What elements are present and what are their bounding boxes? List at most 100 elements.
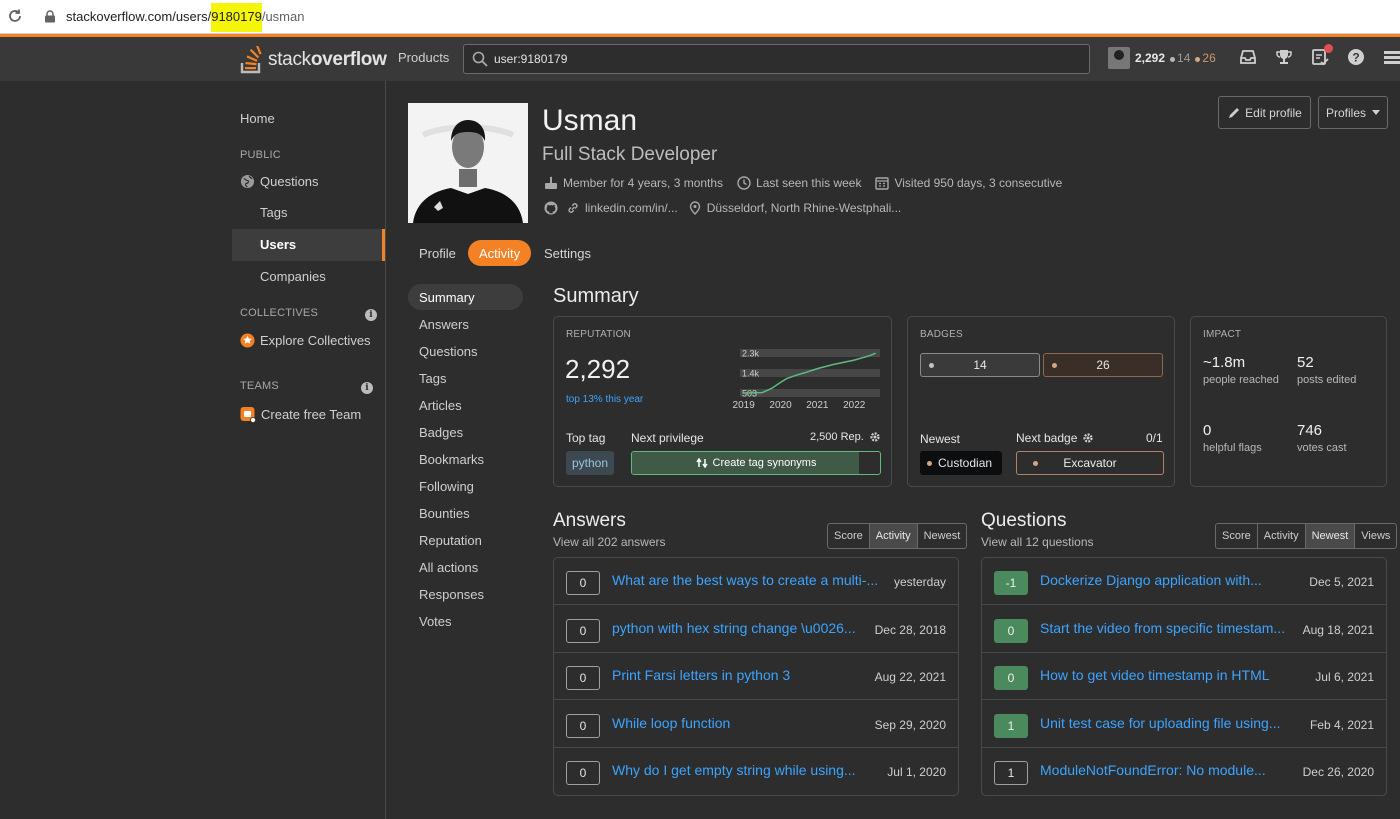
question-title-link[interactable]: Start the video from specific timestam..…: [1040, 620, 1285, 636]
sidebar-item-explore-collectives[interactable]: Explore Collectives: [240, 333, 371, 348]
list-item[interactable]: 0 Start the video from specific timestam…: [982, 606, 1386, 653]
answer-score: 0: [566, 619, 600, 643]
list-item[interactable]: 0 What are the best ways to create a mul…: [554, 558, 958, 605]
search-box[interactable]: [463, 44, 1090, 74]
sidebar-item-users[interactable]: Users: [232, 229, 385, 261]
bronze-badges[interactable]: 26: [1043, 353, 1163, 377]
answer-title-link[interactable]: What are the best ways to create a multi…: [612, 572, 878, 588]
profile-avatar[interactable]: [408, 103, 528, 223]
sort-newest[interactable]: Newest: [918, 524, 967, 548]
reputation-rank[interactable]: top 13% this year: [566, 394, 643, 405]
sort-activity[interactable]: Activity: [869, 524, 918, 548]
answer-title-link[interactable]: While loop function: [612, 715, 730, 731]
list-item[interactable]: 0 Why do I get empty string while using.…: [554, 748, 958, 795]
subnav-responses[interactable]: Responses: [419, 587, 484, 602]
subnav-answers[interactable]: Answers: [419, 317, 469, 332]
url-field[interactable]: stackoverflow.com/users/9180179/usman: [66, 3, 304, 32]
subnav-bookmarks[interactable]: Bookmarks: [419, 452, 484, 467]
subnav-questions[interactable]: Questions: [419, 344, 478, 359]
subnav-reputation[interactable]: Reputation: [419, 533, 482, 548]
info-icon[interactable]: i: [365, 309, 377, 321]
next-badge[interactable]: Excavator: [1016, 451, 1164, 475]
achievements-trophy-icon[interactable]: [1274, 47, 1294, 67]
next-privilege-progress[interactable]: Create tag synonyms: [631, 451, 881, 475]
list-item[interactable]: 0 python with hex string change \u0026..…: [554, 606, 958, 653]
stackoverflow-logo[interactable]: stackoverflow: [240, 45, 387, 75]
tab-settings[interactable]: Settings: [533, 240, 602, 266]
site-switcher-icon[interactable]: [1382, 47, 1400, 67]
reload-icon[interactable]: [7, 8, 23, 24]
user-card[interactable]: 2,292 14 26: [1108, 47, 1216, 69]
subnav-votes[interactable]: Votes: [419, 614, 452, 629]
list-item[interactable]: 0 While loop function Sep 29, 2020: [554, 701, 958, 748]
lock-icon[interactable]: [44, 10, 56, 23]
questions-view-all[interactable]: View all 12 questions: [981, 535, 1094, 549]
list-item[interactable]: 1 ModuleNotFoundError: No module... Dec …: [982, 748, 1386, 795]
answer-title-link[interactable]: Why do I get empty string while using...: [612, 762, 856, 778]
last-seen: Last seen this week: [737, 176, 861, 190]
answer-score: 0: [566, 666, 600, 690]
next-badge-label: Next badge: [1016, 431, 1094, 445]
help-icon[interactable]: ?: [1346, 47, 1366, 67]
answers-view-all[interactable]: View all 202 answers: [553, 535, 666, 549]
list-item[interactable]: 0 Print Farsi letters in python 3 Aug 22…: [554, 653, 958, 700]
answer-date: Jul 1, 2020: [887, 765, 946, 779]
reputation-chart[interactable]: 5031.4k2.3k2019 2020 2021 2022: [694, 347, 884, 417]
question-title-link[interactable]: Dockerize Django application with...: [1040, 572, 1262, 588]
sort-score[interactable]: Score: [1216, 524, 1258, 548]
edit-profile-button[interactable]: Edit profile: [1218, 96, 1311, 129]
answer-title-link[interactable]: python with hex string change \u0026...: [612, 620, 856, 636]
subnav-following[interactable]: Following: [419, 479, 474, 494]
subnav-badges[interactable]: Badges: [419, 425, 463, 440]
next-privilege-label: Next privilege: [631, 431, 704, 445]
answer-date: Sep 29, 2020: [874, 718, 946, 732]
sidebar-item-home[interactable]: Home: [240, 111, 275, 126]
gear-icon[interactable]: [1082, 432, 1094, 444]
top-tag-python[interactable]: python: [566, 451, 615, 475]
list-item[interactable]: 1 Unit test case for uploading file usin…: [982, 701, 1386, 748]
teams-briefcase-icon: [240, 407, 256, 423]
sidebar-item-companies[interactable]: Companies: [260, 269, 326, 284]
newest-badge[interactable]: Custodian: [920, 451, 1003, 475]
silver-badges[interactable]: 14: [920, 353, 1040, 377]
pencil-icon: [1229, 107, 1240, 118]
sidebar-item-create-team[interactable]: Create free Team: [240, 406, 361, 423]
info-icon[interactable]: i: [361, 382, 373, 394]
question-title-link[interactable]: ModuleNotFoundError: No module...: [1040, 762, 1266, 778]
subnav-tags[interactable]: Tags: [419, 371, 446, 386]
sidebar-item-questions[interactable]: Questions: [240, 174, 319, 189]
question-title-link[interactable]: Unit test case for uploading file using.…: [1040, 715, 1280, 731]
profile-name: Usman: [542, 104, 638, 137]
github-icon[interactable]: [544, 201, 558, 215]
answers-list: 0 What are the best ways to create a mul…: [553, 557, 959, 796]
review-queues-icon[interactable]: [1310, 44, 1333, 67]
sort-activity[interactable]: Activity: [1258, 524, 1306, 548]
link-icon: [568, 203, 578, 213]
sort-views[interactable]: Views: [1355, 524, 1396, 548]
profile-photo-illustration: [408, 103, 528, 223]
linkedin-link[interactable]: linkedin.com/in/...: [566, 201, 678, 215]
subnav-articles[interactable]: Articles: [419, 398, 462, 413]
answers-sort-tabs: Score Activity Newest: [827, 523, 968, 549]
answer-title-link[interactable]: Print Farsi letters in python 3: [612, 667, 790, 683]
gear-icon[interactable]: [869, 431, 881, 443]
sidebar-item-tags[interactable]: Tags: [260, 205, 287, 220]
subnav-all-actions[interactable]: All actions: [419, 560, 478, 575]
chart-x-tick-label: 2019: [733, 400, 756, 411]
answers-heading: Answers: [553, 510, 626, 531]
search-input[interactable]: [494, 50, 1074, 68]
list-item[interactable]: 0 How to get video timestamp in HTML Jul…: [982, 653, 1386, 700]
question-title-link[interactable]: How to get video timestamp in HTML: [1040, 667, 1270, 683]
sidebar-item-label: Users: [260, 237, 297, 252]
caret-down-icon: [1372, 110, 1380, 115]
inbox-icon[interactable]: [1238, 47, 1258, 67]
subnav-summary[interactable]: Summary: [419, 290, 475, 305]
subnav-bounties[interactable]: Bounties: [419, 506, 470, 521]
tab-activity[interactable]: Activity: [468, 240, 532, 266]
products-menu[interactable]: Products: [390, 44, 457, 71]
list-item[interactable]: -1 Dockerize Django application with... …: [982, 558, 1386, 605]
tab-profile[interactable]: Profile: [408, 240, 467, 266]
sort-score[interactable]: Score: [828, 524, 870, 548]
sort-newest[interactable]: Newest: [1305, 524, 1356, 548]
profiles-dropdown-button[interactable]: Profiles: [1318, 96, 1388, 129]
